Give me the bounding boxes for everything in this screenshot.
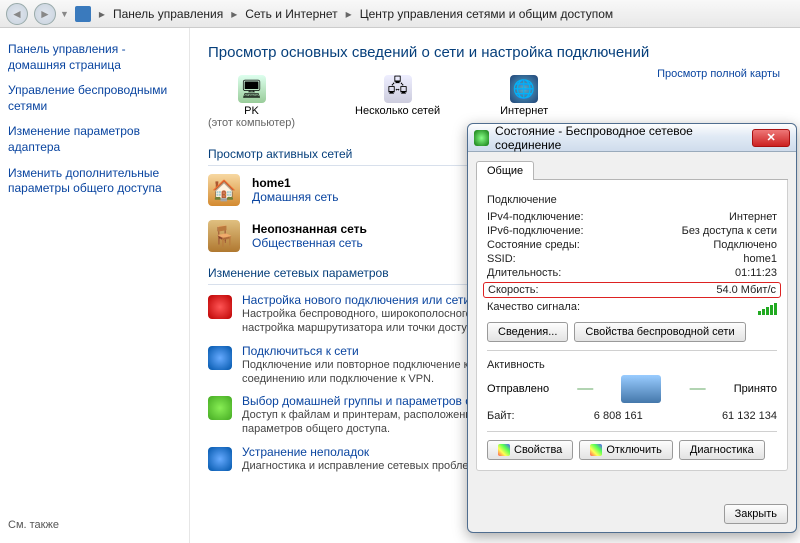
bytes-label: Байт: bbox=[487, 410, 515, 422]
breadcrumb-item[interactable]: Центр управления сетями и общим доступом bbox=[360, 7, 614, 21]
map-this-pc: 🖥 PK (этот компьютер) bbox=[208, 75, 295, 129]
signal-bars-icon bbox=[758, 301, 777, 315]
wireless-properties-button[interactable]: Свойства беспроводной сети bbox=[574, 322, 745, 342]
map-multiple-networks: 🖧 Несколько сетей bbox=[355, 75, 440, 117]
shield-icon bbox=[590, 444, 602, 456]
ipv4-label: IPv4-подключение: bbox=[487, 211, 584, 223]
sidebar: Панель управления - домашняя страница Уп… bbox=[0, 28, 190, 543]
media-value: Подключено bbox=[713, 239, 777, 251]
map-pc-sublabel: (этот компьютер) bbox=[208, 117, 295, 129]
dialog-body: Общие Подключение IPv4-подключение: Интер… bbox=[468, 152, 796, 496]
sidebar-link-wireless[interactable]: Управление беспроводными сетями bbox=[8, 83, 181, 114]
bench-icon: 🪑 bbox=[208, 220, 240, 252]
wireless-status-dialog: Состояние - Беспроводное сетевое соедине… bbox=[467, 123, 797, 533]
control-panel-icon bbox=[75, 6, 91, 22]
troubleshoot-icon bbox=[208, 447, 232, 471]
nav-back-button[interactable]: ◄ bbox=[6, 3, 28, 25]
close-button[interactable]: ✕ bbox=[752, 129, 790, 147]
nav-forward-button[interactable]: ► bbox=[34, 3, 56, 25]
media-label: Состояние среды: bbox=[487, 239, 580, 251]
dialog-footer: Закрыть bbox=[468, 496, 796, 532]
breadcrumb-item[interactable]: Сеть и Интернет bbox=[245, 7, 337, 21]
computer-icon: 🖥 bbox=[238, 75, 266, 103]
group-connection: Подключение bbox=[487, 194, 777, 206]
new-connection-icon bbox=[208, 295, 232, 319]
ssid-label: SSID: bbox=[487, 253, 516, 265]
disable-button[interactable]: Отключить bbox=[579, 440, 673, 460]
house-icon: 🏠 bbox=[208, 174, 240, 206]
ipv6-value: Без доступа к сети bbox=[682, 225, 777, 237]
speed-label: Скорость: bbox=[488, 284, 539, 296]
ipv6-label: IPv6-подключение: bbox=[487, 225, 584, 237]
bytes-sent-value: 6 808 161 bbox=[515, 410, 722, 422]
map-internet: 🌐 Интернет bbox=[500, 75, 548, 117]
bytes-recv-value: 61 132 134 bbox=[722, 410, 777, 422]
nav-history-dropdown[interactable]: ▼ bbox=[60, 9, 69, 19]
group-activity: Активность bbox=[487, 359, 777, 371]
network-name: Неопознанная сеть bbox=[252, 222, 367, 236]
map-internet-label: Интернет bbox=[500, 105, 548, 117]
shield-icon bbox=[498, 444, 510, 456]
networks-icon: 🖧 bbox=[384, 75, 412, 103]
breadcrumb-item[interactable]: Панель управления bbox=[113, 7, 223, 21]
homegroup-icon bbox=[208, 396, 232, 420]
sidebar-link-sharing[interactable]: Изменить дополнительные параметры общего… bbox=[8, 166, 181, 197]
signal-icon bbox=[474, 130, 489, 146]
map-multi-label: Несколько сетей bbox=[355, 105, 440, 117]
dialog-content: Подключение IPv4-подключение: Интернет IP… bbox=[476, 180, 788, 471]
sent-label: Отправлено bbox=[487, 383, 549, 395]
sidebar-link-home[interactable]: Панель управления - домашняя страница bbox=[8, 42, 181, 73]
page-title: Просмотр основных сведений о сети и наст… bbox=[208, 44, 782, 61]
map-pc-label: PK bbox=[208, 105, 295, 117]
see-also-heading: См. также bbox=[8, 519, 181, 531]
ssid-value: home1 bbox=[743, 253, 777, 265]
dialog-title: Состояние - Беспроводное сетевое соедине… bbox=[495, 124, 746, 152]
speed-row-highlighted: Скорость: 54.0 Мбит/с bbox=[483, 282, 781, 298]
chevron-right-icon: ▸ bbox=[346, 7, 352, 21]
details-button[interactable]: Сведения... bbox=[487, 322, 568, 342]
network-name: home1 bbox=[252, 176, 338, 190]
activity-row: Отправлено — — Принято bbox=[487, 375, 777, 403]
diagnostics-button[interactable]: Диагностика bbox=[679, 440, 765, 460]
tab-general[interactable]: Общие bbox=[476, 161, 534, 180]
duration-label: Длительность: bbox=[487, 267, 561, 279]
ipv4-value: Интернет bbox=[729, 211, 777, 223]
breadcrumb-bar: ◄ ► ▼ ▸ Панель управления ▸ Сеть и Интер… bbox=[0, 0, 800, 28]
speed-value: 54.0 Мбит/с bbox=[716, 284, 776, 296]
duration-value: 01:11:23 bbox=[735, 267, 777, 279]
view-full-map-link[interactable]: Просмотр полной карты bbox=[657, 68, 780, 80]
properties-button[interactable]: Свойства bbox=[487, 440, 573, 460]
activity-icon bbox=[621, 375, 661, 403]
network-type-link[interactable]: Общественная сеть bbox=[252, 236, 363, 250]
network-type-link[interactable]: Домашняя сеть bbox=[252, 190, 338, 204]
close-dialog-button[interactable]: Закрыть bbox=[724, 504, 788, 524]
chevron-right-icon: ▸ bbox=[99, 7, 105, 21]
dialog-titlebar[interactable]: Состояние - Беспроводное сетевое соедине… bbox=[468, 124, 796, 152]
connect-icon bbox=[208, 346, 232, 370]
globe-icon: 🌐 bbox=[510, 75, 538, 103]
chevron-right-icon: ▸ bbox=[231, 7, 237, 21]
recv-label: Принято bbox=[734, 383, 777, 395]
sidebar-link-adapter[interactable]: Изменение параметров адаптера bbox=[8, 124, 181, 155]
signal-label: Качество сигнала: bbox=[487, 301, 580, 315]
tab-strip: Общие bbox=[476, 160, 788, 180]
